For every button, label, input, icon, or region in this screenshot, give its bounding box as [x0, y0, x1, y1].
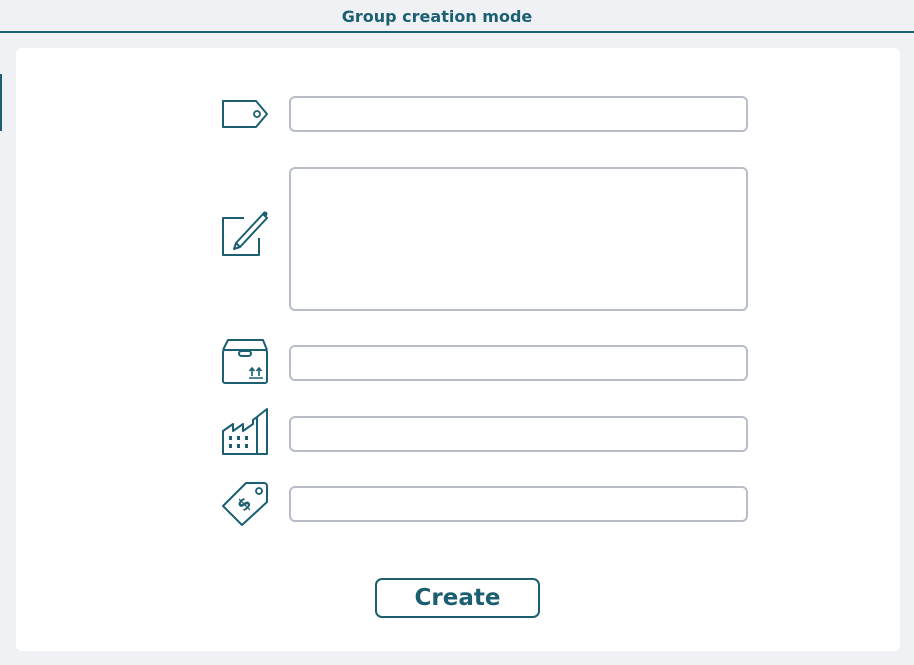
name-input[interactable]: [289, 96, 748, 132]
price-tag-icon: $: [222, 482, 268, 526]
header-bar: Group creation mode: [0, 0, 914, 33]
tag-icon: [222, 100, 268, 128]
description-textarea[interactable]: [289, 167, 748, 311]
manufacturer-input[interactable]: [289, 416, 748, 452]
package-input[interactable]: [289, 345, 748, 381]
create-button[interactable]: Create: [375, 578, 540, 618]
box-icon: [222, 339, 268, 384]
svg-text:$: $: [233, 493, 256, 516]
price-input[interactable]: [289, 486, 748, 522]
page-title: Group creation mode: [341, 7, 533, 26]
edit-pencil-icon: [222, 211, 268, 256]
factory-icon: [222, 408, 268, 455]
side-indicator: [0, 74, 2, 131]
